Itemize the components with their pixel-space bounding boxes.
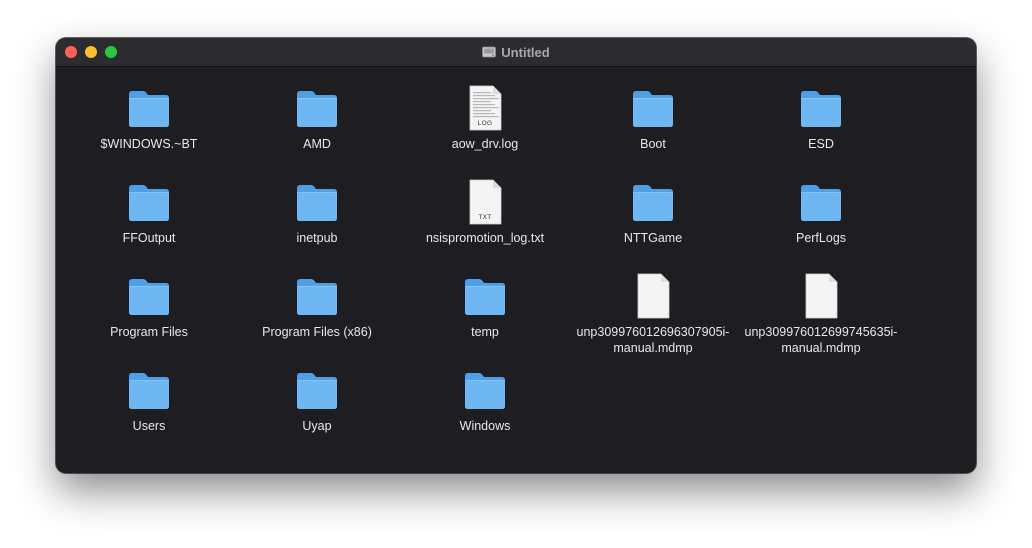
- document-icon: [629, 272, 677, 320]
- item-label: ESD: [808, 137, 834, 151]
- item-label: FFOutput: [122, 231, 176, 245]
- folder-icon: [293, 272, 341, 320]
- file-type-badge: LOG: [477, 120, 493, 127]
- finder-window: Untitled $WINDOWS.~BT AMD LOG aow_drv.log Bo…: [56, 38, 976, 473]
- document-icon: [797, 272, 845, 320]
- item-label: $WINDOWS.~BT: [100, 137, 198, 151]
- folder-icon: [125, 84, 173, 132]
- item-label: nsispromotion_log.txt: [425, 231, 545, 245]
- item-label: Boot: [640, 137, 666, 151]
- folder-icon: [797, 84, 845, 132]
- folder-icon: [125, 366, 173, 414]
- item-label: unp309976012696307905i-manual.mdmp: [576, 325, 730, 355]
- item-label: unp309976012699745635i-manual.mdmp: [744, 325, 898, 355]
- item-label: Program Files (x86): [262, 325, 372, 339]
- log-file-icon: LOG: [461, 84, 509, 132]
- title-bar[interactable]: Untitled: [56, 38, 976, 67]
- folder-icon: [125, 272, 173, 320]
- folder-icon: [629, 84, 677, 132]
- folder-icon: [461, 366, 509, 414]
- file-type-badge: TXT: [478, 214, 492, 221]
- folder-icon: [293, 366, 341, 414]
- item-label: AMD: [303, 137, 331, 151]
- folder-icon: [461, 272, 509, 320]
- drive-icon: [482, 46, 497, 58]
- window-title-group: Untitled: [56, 38, 976, 66]
- item-label: Uyap: [302, 419, 332, 433]
- item-label: Windows: [459, 419, 511, 433]
- item-label: temp: [471, 325, 499, 339]
- item-label: inetpub: [296, 231, 338, 245]
- folder-icon: [797, 178, 845, 226]
- folder-icon: [293, 84, 341, 132]
- text-file-icon: TXT: [461, 178, 509, 226]
- item-label: Program Files: [110, 325, 188, 339]
- item-label: aow_drv.log: [451, 137, 519, 151]
- item-label: Users: [132, 419, 166, 433]
- folder-icon: [629, 178, 677, 226]
- folder-icon: [293, 178, 341, 226]
- item-label: PerfLogs: [795, 231, 847, 245]
- folder-icon: [125, 178, 173, 226]
- window-title: Untitled: [501, 44, 550, 60]
- item-label: NTTGame: [623, 231, 683, 245]
